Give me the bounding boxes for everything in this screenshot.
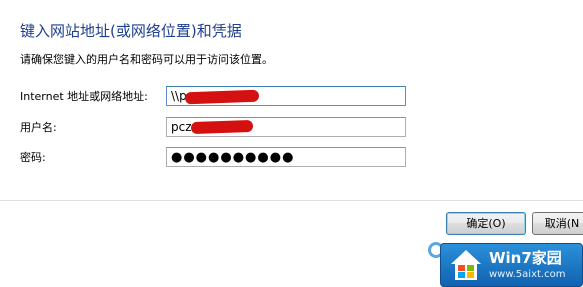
house-icon bbox=[451, 250, 481, 280]
cancel-button[interactable]: 取消(N bbox=[532, 212, 583, 235]
address-label: Internet 地址或网络地址: bbox=[20, 90, 148, 103]
ok-button[interactable]: 确定(O) bbox=[446, 212, 526, 235]
credential-dialog: 键入网站地址(或网络位置)和凭据 请确保您键入的用户名和密码可以用于访问该位置。… bbox=[0, 0, 583, 287]
username-field[interactable]: pcz bbox=[166, 117, 406, 137]
dialog-heading: 键入网站地址(或网络位置)和凭据 bbox=[20, 22, 242, 40]
dialog-instruction: 请确保您键入的用户名和密码可以用于访问该位置。 bbox=[20, 53, 273, 66]
redaction-mark bbox=[190, 119, 254, 135]
password-label: 密码: bbox=[20, 151, 46, 164]
watermark-url: www.5aixt.com bbox=[489, 269, 566, 280]
watermark-title: Win7家园 bbox=[489, 249, 562, 267]
redaction-mark bbox=[184, 89, 260, 105]
username-value: pcz bbox=[171, 120, 192, 134]
password-field[interactable]: ●●●●●●●●●● bbox=[166, 147, 406, 167]
password-value: ●●●●●●●●●● bbox=[171, 150, 295, 165]
address-field[interactable]: \\pc bbox=[166, 86, 406, 106]
username-label: 用户名: bbox=[20, 121, 57, 134]
watermark-badge: Win7家园 www.5aixt.com bbox=[440, 243, 583, 287]
